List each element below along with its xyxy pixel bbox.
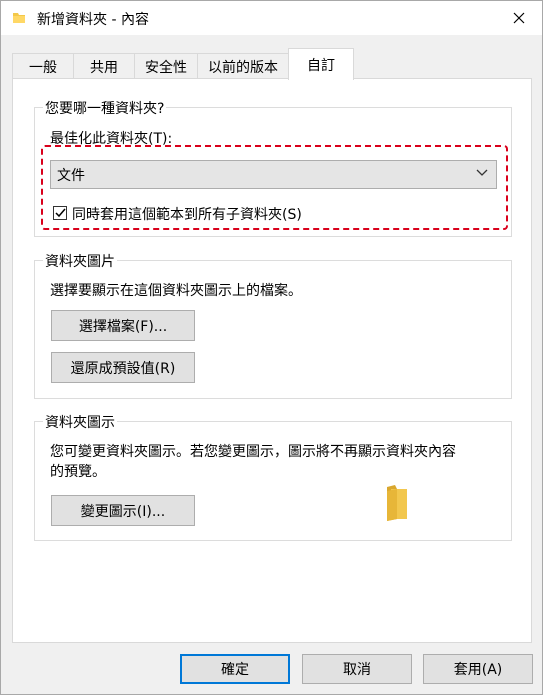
tab-customize[interactable]: 自訂 (288, 48, 354, 80)
folder-picture-description: 選擇要顯示在這個資料夾圖示上的檔案。 (50, 283, 302, 299)
close-button[interactable] (496, 1, 542, 35)
tab-previous-versions[interactable]: 以前的版本 (197, 53, 289, 79)
restore-default-button[interactable]: 還原成預設值(R) (51, 352, 195, 383)
folder-picture-group-title: 資料夾圖片 (43, 251, 117, 271)
window-title: 新增資料夾 - 內容 (37, 12, 149, 28)
cancel-button[interactable]: 取消 (302, 654, 412, 684)
tab-general[interactable]: 一般 (12, 53, 74, 79)
folder-icon-group: 資料夾圖示 您可變更資料夾圖示。若您變更圖示，圖示將不再顯示資料夾內容 的預覽。… (34, 412, 512, 541)
properties-dialog: 新增資料夾 - 內容 一般 共用 安全性 以前的版本 自訂 您要哪一種資料夾? … (0, 0, 543, 695)
folder-icon (13, 13, 25, 23)
tab-security[interactable]: 安全性 (134, 53, 198, 79)
ok-button[interactable]: 確定 (180, 654, 290, 684)
close-icon (513, 12, 525, 24)
choose-file-button[interactable]: 選擇檔案(F)... (51, 310, 195, 341)
folder-type-group-title: 您要哪一種資料夾? (43, 98, 167, 118)
folder-icon-group-title: 資料夾圖示 (43, 412, 117, 432)
tab-sharing[interactable]: 共用 (73, 53, 135, 79)
folder-icon-description-line2: 的預覽。 (50, 464, 106, 480)
customize-panel: 您要哪一種資料夾? 最佳化此資料夾(T): 文件 同時套用這個範本到所有子資料夾… (12, 78, 532, 643)
highlight-box (41, 145, 508, 230)
folder-preview-icon (387, 485, 407, 521)
apply-button[interactable]: 套用(A) (423, 654, 533, 684)
title-bar: 新增資料夾 - 內容 (1, 1, 542, 35)
folder-picture-group: 資料夾圖片 選擇要顯示在這個資料夾圖示上的檔案。 選擇檔案(F)... 還原成預… (34, 251, 512, 399)
folder-icon-description-line1: 您可變更資料夾圖示。若您變更圖示，圖示將不再顯示資料夾內容 (50, 444, 456, 460)
change-icon-button[interactable]: 變更圖示(I)... (51, 495, 195, 526)
